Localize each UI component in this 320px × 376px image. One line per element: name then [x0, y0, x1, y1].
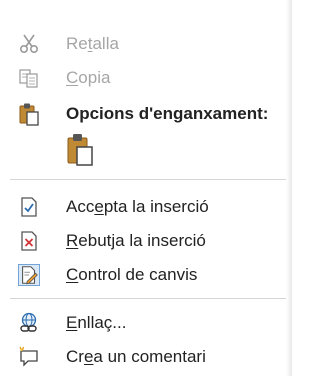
accept-insertion-label: Accepta la inserció [66, 197, 209, 216]
track-changes-icon [18, 264, 40, 286]
scissors-icon [18, 33, 40, 55]
new-comment-icon [18, 346, 40, 368]
new-comment-label: Crea un comentari [66, 347, 206, 366]
menu-separator [10, 179, 288, 180]
copy-label: Copia [66, 68, 111, 87]
track-changes-label: Control de canvis [66, 265, 198, 284]
reject-insertion-label: Rebutja la inserció [66, 231, 206, 250]
clipboard-icon [18, 103, 40, 126]
new-comment-menu-item[interactable]: Crea un comentari [0, 340, 284, 374]
paste-options-label: Opcions d'enganxament: [66, 104, 269, 123]
reject-change-icon [18, 230, 40, 252]
menu-separator [10, 298, 288, 299]
menu-shadow [286, 0, 292, 376]
link-label: Enllaç... [66, 313, 127, 332]
accept-change-icon [18, 196, 40, 218]
cut-label: Retalla [66, 34, 119, 53]
cut-menu-item[interactable]: Retalla [0, 27, 284, 61]
link-icon [18, 312, 40, 334]
copy-icon [18, 67, 40, 89]
track-changes-menu-item[interactable]: Control de canvis [0, 258, 284, 292]
paste-keep-text-button[interactable] [62, 132, 98, 170]
paste-options-header: Opcions d'enganxament: [0, 97, 284, 131]
link-menu-item[interactable]: Enllaç... [0, 306, 284, 340]
reject-insertion-menu-item[interactable]: Rebutja la inserció [0, 224, 284, 258]
paste-keep-text-icon [65, 131, 95, 172]
accept-insertion-menu-item[interactable]: Accepta la inserció [0, 190, 284, 224]
copy-menu-item[interactable]: Copia [0, 61, 284, 95]
context-menu: Retalla Copia Opcions d'enganxament: Acc… [0, 0, 292, 376]
